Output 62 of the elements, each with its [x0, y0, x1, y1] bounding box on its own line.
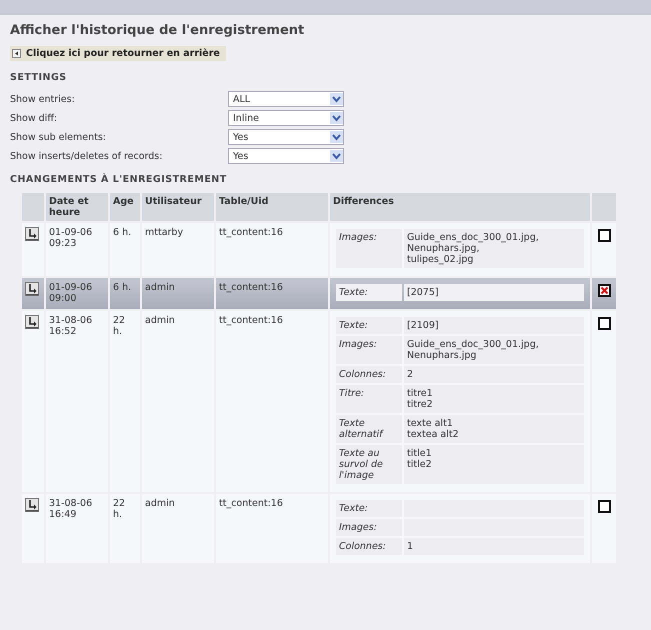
- field-value: [2075]: [404, 284, 584, 301]
- dropdown[interactable]: Yes: [228, 148, 344, 164]
- table-cell: admin: [142, 278, 214, 309]
- table-cell: mttarby: [142, 223, 214, 276]
- checkbox[interactable]: [598, 500, 610, 513]
- dropdown[interactable]: Inline: [228, 110, 344, 126]
- setting-label: Show diff:: [10, 112, 58, 124]
- column-header: Age: [110, 193, 140, 221]
- field-name: Texte:: [336, 284, 402, 301]
- field-name: Images:: [336, 519, 402, 536]
- field-value: texte alt1 textea alt2: [404, 415, 584, 443]
- column-header: Table/Uid: [216, 193, 328, 221]
- dropdown-arrow-icon: [330, 150, 343, 162]
- table-cell: 01-09-06 09:23: [46, 223, 108, 276]
- field-value: titre1 titre2: [404, 385, 584, 413]
- checkbox[interactable]: [598, 284, 610, 297]
- table-cell: 22 h.: [110, 494, 140, 563]
- table-cell: 6 h.: [110, 223, 140, 276]
- field-value: Guide_ens_doc_300_01.jpg, Nenuphars.jpg: [404, 336, 584, 364]
- field-name: Texte alternatif: [336, 415, 402, 443]
- column-header: Date et heure: [46, 193, 108, 221]
- field-name: Images:: [336, 336, 402, 364]
- setting-label: Show inserts/deletes of records:: [10, 150, 164, 162]
- table-cell: admin: [142, 494, 214, 563]
- table-cell: tt_content:16: [216, 223, 328, 276]
- section-heading: SETTINGS: [10, 72, 68, 83]
- dropdown-arrow-icon: [330, 112, 343, 124]
- field-value: [2109]: [404, 317, 584, 334]
- table-cell: tt_content:16: [216, 494, 328, 563]
- dropdown[interactable]: Yes: [228, 129, 344, 145]
- table-cell: 31-08-06 16:49: [46, 494, 108, 563]
- checkbox[interactable]: [598, 229, 610, 242]
- table-cell: 01-09-06 09:00: [46, 278, 108, 309]
- field-name: Colonnes:: [336, 366, 402, 383]
- table-cell: 22 h.: [110, 311, 140, 492]
- table-cell: tt_content:16: [216, 278, 328, 309]
- table-cell: admin: [142, 311, 214, 492]
- page-title: Afficher l'historique de l'enregistrement: [10, 23, 306, 38]
- field-name: Texte:: [336, 500, 402, 517]
- table-cell: 6 h.: [110, 278, 140, 309]
- setting-label: Show sub elements:: [10, 132, 107, 142]
- column-header: Utilisateur: [142, 193, 214, 221]
- back-link[interactable]: Cliquez ici pour retourner en arrière: [10, 46, 226, 61]
- field-value: 1: [404, 538, 584, 555]
- column-header: Differences: [330, 193, 590, 221]
- field-name: Images:: [336, 229, 402, 268]
- field-name: Colonnes:: [336, 538, 402, 555]
- field-name: Titre:: [336, 385, 402, 413]
- field-value: 2: [404, 366, 584, 383]
- field-name: Texte:: [336, 317, 402, 334]
- field-value: title1 title2: [404, 445, 584, 484]
- back-arrow-icon: [12, 49, 21, 58]
- field-name: Texte au survol de l'image: [336, 445, 402, 484]
- dropdown-arrow-icon: [330, 131, 343, 143]
- table-cell: tt_content:16: [216, 311, 328, 492]
- table-cell: 31-08-06 16:52: [46, 311, 108, 492]
- dropdown-arrow-icon: [330, 93, 343, 105]
- field-value: Guide_ens_doc_300_01.jpg, Nenuphars.jpg, tulipes_02.jpg: [404, 229, 584, 268]
- checkbox[interactable]: [598, 317, 610, 330]
- section-heading: CHANGEMENTS À L'ENREGISTREMENT: [10, 174, 228, 185]
- setting-label: Show entries:: [10, 94, 76, 104]
- dropdown[interactable]: ALL: [228, 91, 344, 107]
